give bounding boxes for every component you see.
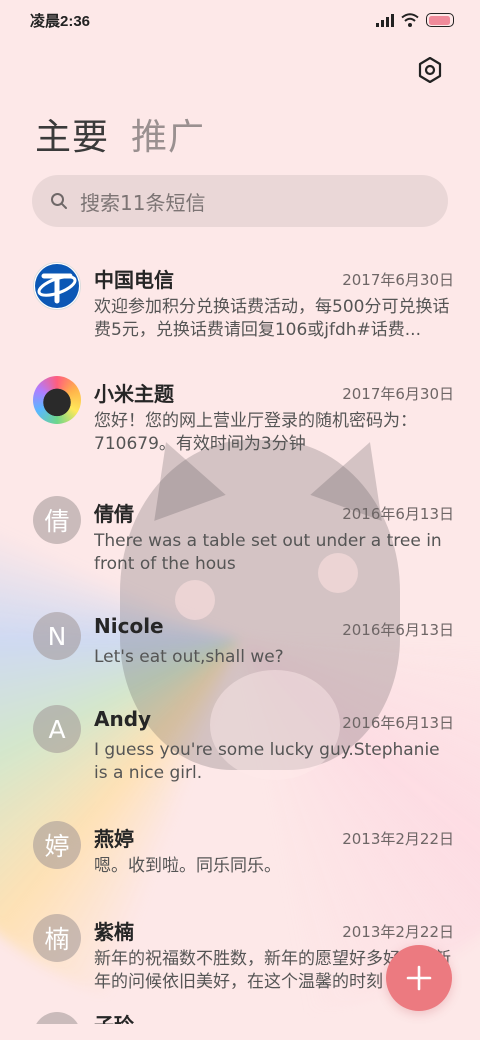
contact-name: 子玲 bbox=[94, 1009, 134, 1024]
signal-icon bbox=[376, 13, 394, 27]
message-preview: 欢迎参加积分兑换话费活动，每500分可兑换话费5元，兑换话费请回复106或jfd… bbox=[94, 297, 450, 340]
contact-avatar: 楠 bbox=[33, 914, 81, 962]
cat-sticker-avatar bbox=[33, 376, 81, 424]
message-date: 2016年6月13日 bbox=[342, 714, 454, 732]
new-message-button[interactable] bbox=[386, 945, 452, 1011]
gear-icon bbox=[418, 57, 442, 83]
conversation-item[interactable]: 中国电信 2017年6月30日 欢迎参加积分兑换话费活动，每500分可兑换话费5… bbox=[0, 252, 480, 366]
message-date: 2013年2月22日 bbox=[342, 830, 454, 848]
conversation-item[interactable]: A Andy 2016年6月13日 I guess you're some lu… bbox=[0, 695, 480, 811]
message-preview: 您好！您的网上营业厅登录的随机密码为：710679。有效时间为3分钟 bbox=[94, 411, 417, 454]
status-time: 凌晨2:36 bbox=[30, 12, 91, 30]
contact-avatar: 婷 bbox=[33, 821, 81, 869]
wifi-icon bbox=[401, 13, 419, 27]
contact-avatar: A bbox=[33, 705, 81, 753]
tab-primary[interactable]: 主要 bbox=[35, 108, 109, 160]
message-date: 2016年6月13日 bbox=[342, 621, 454, 639]
contact-name: Nicole bbox=[94, 614, 164, 638]
message-date: 2017年6月30日 bbox=[342, 385, 454, 403]
contact-name: 燕婷 bbox=[94, 827, 134, 851]
message-preview: There was a table set out under a tree i… bbox=[94, 531, 442, 574]
contact-avatar bbox=[33, 1012, 81, 1024]
china-telecom-logo bbox=[33, 262, 81, 310]
search-placeholder: 搜索11条短信 bbox=[80, 190, 206, 215]
settings-button[interactable] bbox=[414, 54, 446, 86]
conversation-item[interactable]: 小米主题 2017年6月30日 您好！您的网上营业厅登录的随机密码为：71067… bbox=[0, 366, 480, 486]
conversation-item[interactable]: 婷 燕婷 2013年2月22日 嗯。收到啦。同乐同乐。 bbox=[0, 811, 480, 904]
status-icons bbox=[376, 13, 454, 27]
message-date: 2016年6月13日 bbox=[342, 505, 454, 523]
message-date: 2017年6月30日 bbox=[342, 271, 454, 289]
battery-icon bbox=[426, 13, 454, 27]
contact-name: 紫楠 bbox=[94, 920, 134, 944]
message-date: 2013年2月22日 bbox=[342, 923, 454, 941]
conversation-item[interactable]: 倩 倩倩 2016年6月13日 There was a table set ou… bbox=[0, 486, 480, 602]
battery-level bbox=[428, 15, 451, 25]
status-bar: 凌晨2:36 bbox=[0, 0, 480, 40]
conversation-item[interactable]: N Nicole 2016年6月13日 Let's eat out,shall … bbox=[0, 602, 480, 695]
contact-avatar: 倩 bbox=[33, 496, 81, 544]
contact-name: 小米主题 bbox=[94, 382, 174, 406]
message-preview: 嗯。收到啦。同乐同乐。 bbox=[94, 856, 281, 876]
message-preview: I guess you're some lucky guy.Stephanie … bbox=[94, 740, 440, 783]
tab-bar: 主要 推广 bbox=[35, 108, 205, 160]
conversation-list: 中国电信 2017年6月30日 欢迎参加积分兑换话费活动，每500分可兑换话费5… bbox=[0, 252, 480, 1024]
search-icon bbox=[51, 193, 67, 209]
plus-icon bbox=[406, 965, 432, 991]
tab-promotions[interactable]: 推广 bbox=[131, 108, 205, 160]
contact-name: 倩倩 bbox=[94, 502, 134, 526]
contact-name: Andy bbox=[94, 707, 152, 731]
message-preview: Let's eat out,shall we? bbox=[94, 647, 284, 667]
search-bar[interactable]: 搜索11条短信 bbox=[32, 175, 448, 227]
contact-avatar: N bbox=[33, 612, 81, 660]
contact-name: 中国电信 bbox=[94, 268, 174, 292]
